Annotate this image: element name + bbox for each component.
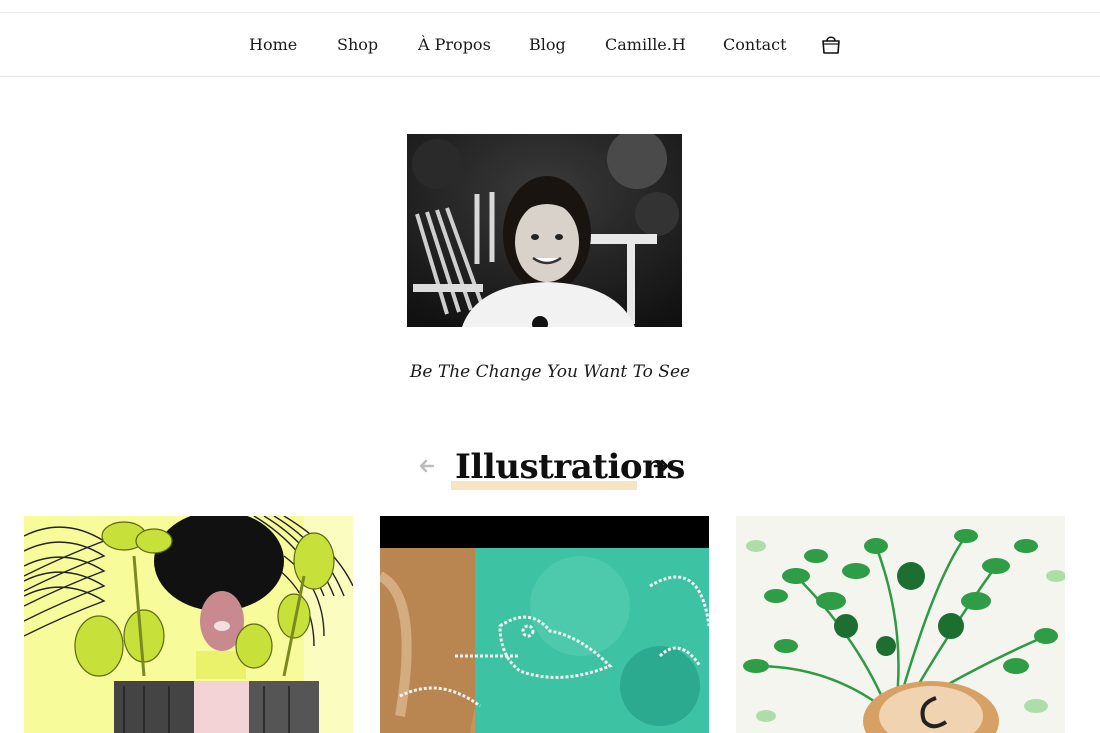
nav-item-blog[interactable]: Blog xyxy=(529,35,566,54)
top-strip xyxy=(0,0,1100,13)
gallery-card-1[interactable] xyxy=(24,516,353,733)
hero-tagline: Be The Change You Want To See xyxy=(409,362,691,382)
gallery-card-3[interactable] xyxy=(736,516,1065,733)
nav-item-camille-h[interactable]: Camille.H xyxy=(605,35,686,54)
main-nav: Home Shop À Propos Blog Camille.H Contac… xyxy=(0,13,1100,77)
arrow-left-icon[interactable] xyxy=(418,457,436,475)
nav-item-a-propos[interactable]: À Propos xyxy=(418,35,491,54)
nav-item-contact[interactable]: Contact xyxy=(723,35,787,54)
nav-item-home[interactable]: Home xyxy=(249,35,297,54)
section-title: Illustrations xyxy=(455,447,685,487)
gallery-card-2[interactable] xyxy=(380,516,709,733)
nav-item-shop[interactable]: Shop xyxy=(337,35,378,54)
illustrations-header: Illustrations xyxy=(0,445,1100,495)
hero-portrait-image xyxy=(407,134,682,327)
arrow-right-icon[interactable] xyxy=(652,457,670,475)
shopping-bag-icon[interactable] xyxy=(820,33,842,55)
